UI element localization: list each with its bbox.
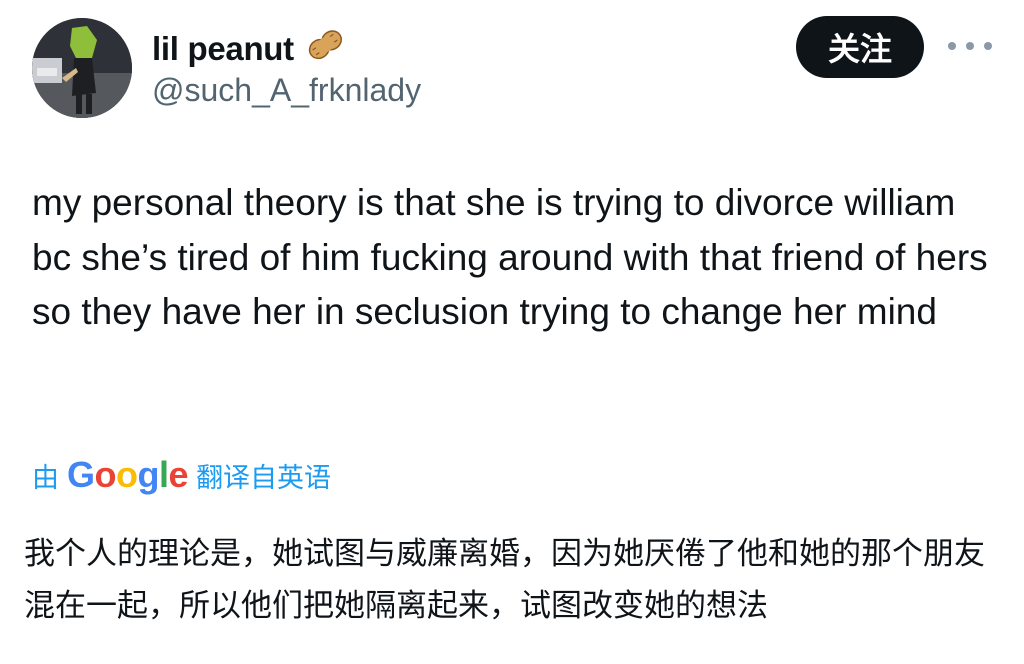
translated-tweet-text: 我个人的理论是，她试图与威廉离婚，因为她厌倦了他和她的那个朋友混在一起，所以他们… (24, 536, 985, 624)
author-name[interactable]: lil peanut (152, 28, 344, 70)
google-logo: Google (67, 454, 189, 495)
peanut-icon (306, 28, 344, 70)
avatar[interactable] (32, 18, 132, 118)
translate-attribution[interactable]: 由 Google 翻译自英语 (32, 454, 331, 496)
more-dot (984, 42, 992, 50)
follow-button[interactable]: 关注 (796, 16, 924, 78)
tweet-text: my personal theory is that she is trying… (32, 182, 988, 332)
author-display-name[interactable]: lil peanut (152, 30, 294, 68)
translated-by-label: 由 (32, 462, 59, 494)
avatar-image (32, 18, 132, 118)
more-options-icon[interactable] (948, 34, 992, 58)
author-handle[interactable]: @such_A_frknlady (152, 72, 421, 109)
translated-from-label[interactable]: 翻译自英语 (196, 456, 331, 495)
more-dot (966, 42, 974, 50)
more-dot (948, 42, 956, 50)
